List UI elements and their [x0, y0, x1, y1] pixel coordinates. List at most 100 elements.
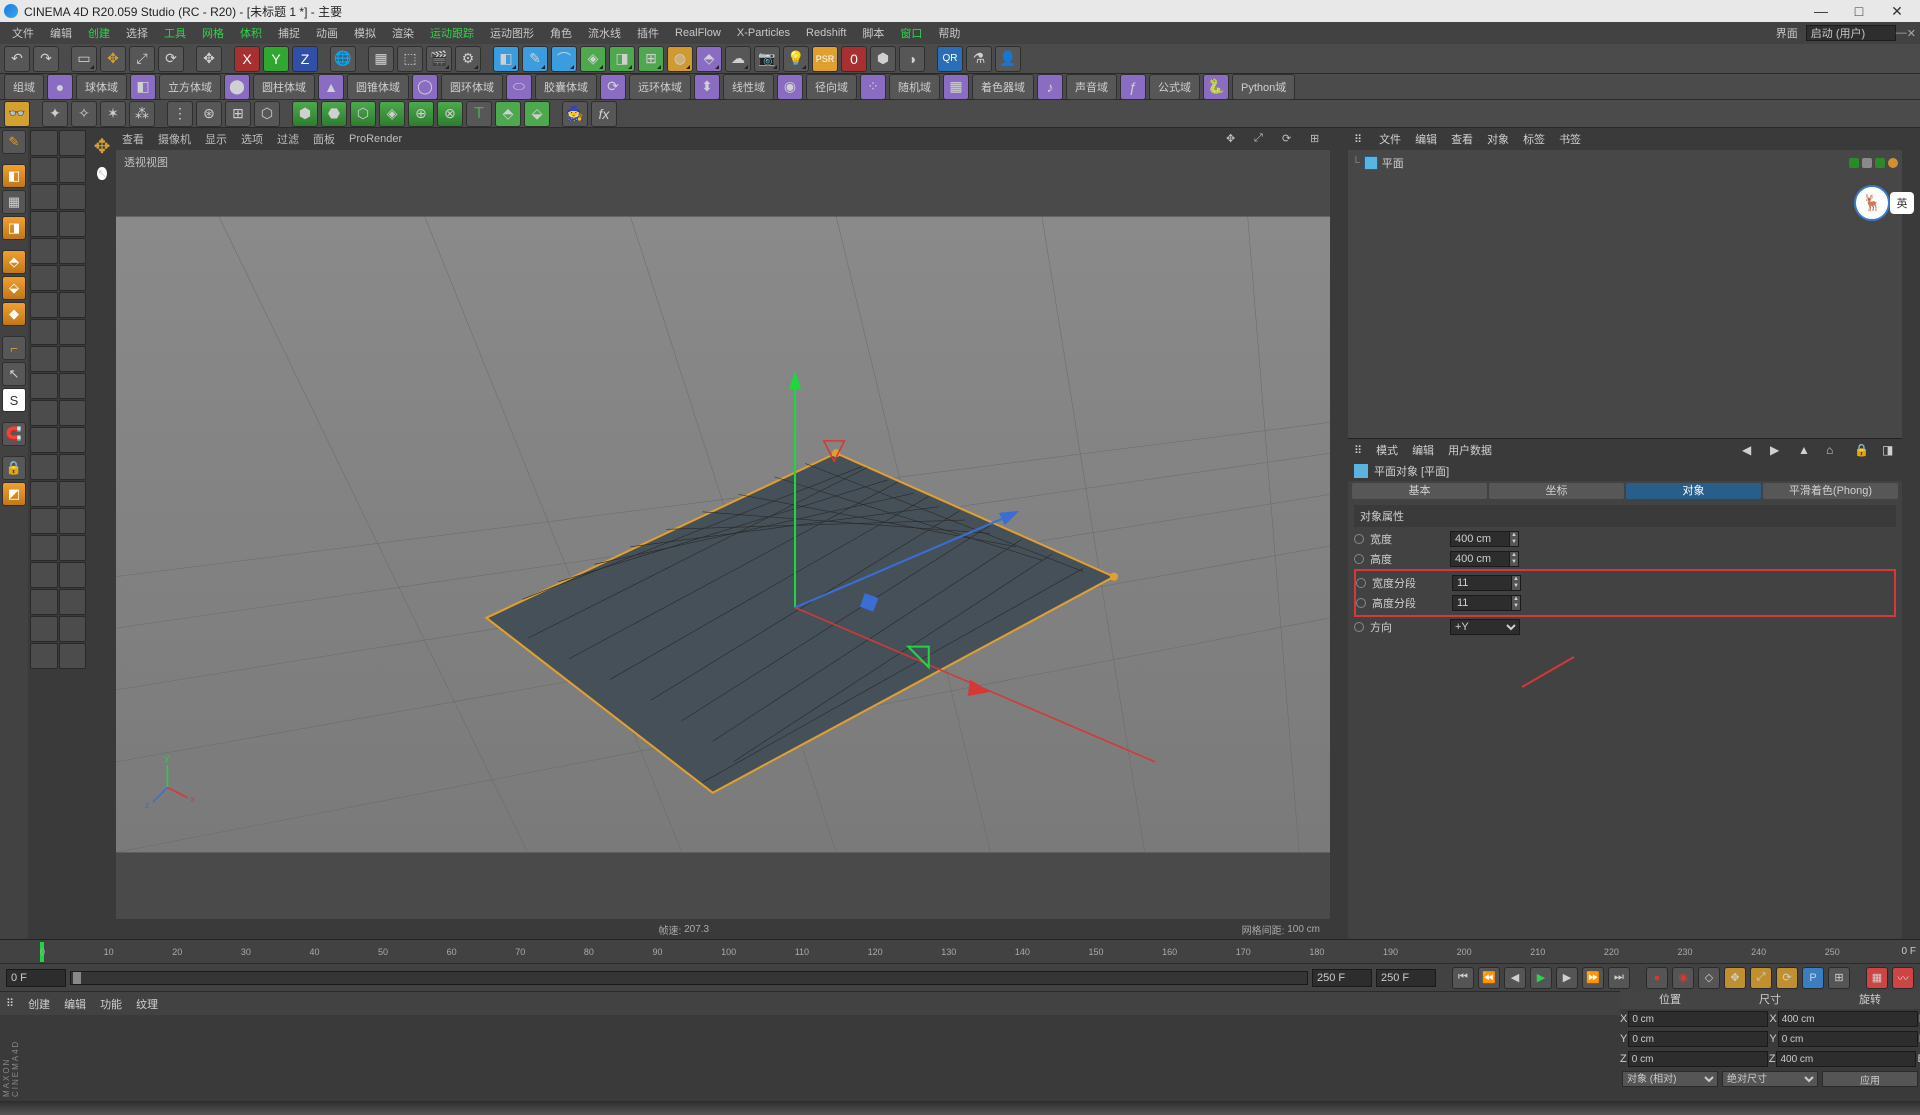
menu-file[interactable]: 文件	[4, 25, 42, 41]
light[interactable]: 💡	[783, 46, 809, 72]
menu-render[interactable]: 渲染	[384, 25, 422, 41]
cloner-grid[interactable]: ⊞	[225, 101, 251, 127]
subtool[interactable]	[59, 184, 87, 210]
field-random[interactable]: 随机域	[889, 74, 940, 100]
panel-tabstrip-left[interactable]	[1330, 128, 1348, 939]
size-x-input[interactable]	[1778, 1011, 1918, 1027]
dopesheet-button[interactable]: ▦	[1866, 967, 1888, 989]
timeline-ruler[interactable]: 0102030405060708090100110120130140150160…	[0, 939, 1920, 963]
z-axis-lock[interactable]: Z	[292, 46, 318, 72]
attr-nav-home[interactable]: ⌂	[1826, 443, 1840, 457]
subtool[interactable]	[30, 616, 58, 642]
end-frame-input[interactable]	[1376, 969, 1436, 987]
misc-tool-1[interactable]: ⚗	[966, 46, 992, 72]
layout-dropdown[interactable]	[1806, 25, 1896, 41]
om-menu-object[interactable]: 对象	[1487, 131, 1509, 147]
make-editable[interactable]: ✎	[2, 130, 26, 154]
vp-nav-4[interactable]: ⊞	[1310, 132, 1324, 146]
subtool[interactable]	[30, 562, 58, 588]
assistant-badge-icon[interactable]: 🦌	[1854, 185, 1890, 221]
environment[interactable]: ☁	[725, 46, 751, 72]
goto-end-button[interactable]: ⏭	[1608, 967, 1630, 989]
subtool[interactable]	[30, 643, 58, 669]
menu-character[interactable]: 角色	[542, 25, 580, 41]
key-param-button[interactable]: P	[1802, 967, 1824, 989]
prev-frame-button[interactable]: ◀	[1504, 967, 1526, 989]
text-tool[interactable]: T	[466, 101, 492, 127]
menu-animation[interactable]: 动画	[308, 25, 346, 41]
field-shader[interactable]: 着色器域	[972, 74, 1034, 100]
subtool[interactable]	[59, 400, 87, 426]
menu-help[interactable]: 帮助	[930, 25, 968, 41]
attr-nav-lock[interactable]: 🔒	[1854, 443, 1868, 457]
subtool[interactable]	[59, 535, 87, 561]
keyframe-button[interactable]: ◇	[1698, 967, 1720, 989]
subtool[interactable]	[59, 346, 87, 372]
scatter-3[interactable]: ✶	[100, 101, 126, 127]
attr-grip-icon[interactable]: ⠿	[1354, 444, 1362, 457]
vp-menu-prorender[interactable]: ProRender	[349, 133, 402, 145]
height-input[interactable]	[1450, 551, 1510, 567]
deformer-bend[interactable]: ⬘	[696, 46, 722, 72]
menu-xparticles[interactable]: X-Particles	[729, 27, 798, 39]
anim-dot[interactable]	[1354, 534, 1364, 544]
psr-button[interactable]: PSR	[812, 46, 838, 72]
subtool[interactable]	[59, 643, 87, 669]
phong-tag-icon[interactable]	[1888, 158, 1898, 168]
timeline-scrollbar[interactable]	[70, 971, 1308, 985]
panel-grip-icon[interactable]: ⠿	[1354, 133, 1359, 146]
menu-tools[interactable]: 工具	[156, 25, 194, 41]
cursor-icon[interactable]: ↖	[97, 167, 106, 180]
reset-psr[interactable]: 0	[841, 46, 867, 72]
render-pv[interactable]: 🎬	[426, 46, 452, 72]
subtool[interactable]	[59, 292, 87, 318]
vp-menu-filter[interactable]: 过滤	[277, 131, 299, 147]
wseg-input[interactable]	[1452, 575, 1512, 591]
snap-mode[interactable]: S	[2, 388, 26, 412]
next-frame-button[interactable]: ▶	[1556, 967, 1578, 989]
field-linear[interactable]: 线性域	[723, 74, 774, 100]
size-z-input[interactable]	[1776, 1051, 1916, 1067]
gen-3[interactable]: ⬡	[350, 101, 376, 127]
play-button[interactable]: ▶	[1530, 967, 1552, 989]
goggles-icon[interactable]: 👓	[4, 101, 30, 127]
subtool[interactable]	[30, 292, 58, 318]
subtool[interactable]	[59, 454, 87, 480]
rotate-tool[interactable]: ⟳	[158, 46, 184, 72]
start-frame-input[interactable]	[6, 969, 66, 987]
cloner-honeycomb[interactable]: ⬡	[254, 101, 280, 127]
render-region[interactable]: ⬚	[397, 46, 423, 72]
mat-menu-func[interactable]: 功能	[100, 996, 122, 1012]
subtool[interactable]	[59, 265, 87, 291]
model-mode[interactable]: ◧	[2, 164, 26, 188]
field-sound-icon[interactable]: ♪	[1037, 74, 1063, 100]
gen-2[interactable]: ⬣	[321, 101, 347, 127]
field-group[interactable]: 组域	[4, 74, 44, 100]
subtool[interactable]	[30, 346, 58, 372]
object-name[interactable]: 平面	[1382, 155, 1404, 171]
field-linear-icon[interactable]: ⬍	[694, 74, 720, 100]
fcurve-button[interactable]: 〰	[1892, 967, 1914, 989]
mat-menu-texture[interactable]: 纹理	[136, 996, 158, 1012]
field-cube-icon[interactable]: ◧	[130, 74, 156, 100]
subtool[interactable]	[30, 157, 58, 183]
subtool[interactable]	[59, 157, 87, 183]
attr-menu-userdata[interactable]: 用户数据	[1448, 442, 1492, 458]
subtool[interactable]	[30, 454, 58, 480]
subtool[interactable]	[30, 130, 58, 156]
om-menu-edit[interactable]: 编辑	[1415, 131, 1437, 147]
field-torus[interactable]: 圆环体域	[441, 74, 503, 100]
om-menu-bookmarks[interactable]: 书签	[1559, 131, 1581, 147]
visibility-editor[interactable]	[1849, 158, 1859, 168]
field-python-icon[interactable]: 🐍	[1203, 74, 1229, 100]
menu-mesh[interactable]: 网格	[194, 25, 232, 41]
wseg-spinner[interactable]: ▲▼	[1511, 575, 1521, 591]
field-sphere-icon[interactable]: ●	[47, 74, 73, 100]
doc-close-button[interactable]: ✕	[1907, 27, 1916, 40]
subtool[interactable]	[30, 265, 58, 291]
subtool[interactable]	[30, 184, 58, 210]
gen-1[interactable]: ⬢	[292, 101, 318, 127]
field-capsule[interactable]: 胶囊体域	[535, 74, 597, 100]
spline-pen[interactable]: ✎	[522, 46, 548, 72]
pos-x-input[interactable]	[1628, 1011, 1768, 1027]
